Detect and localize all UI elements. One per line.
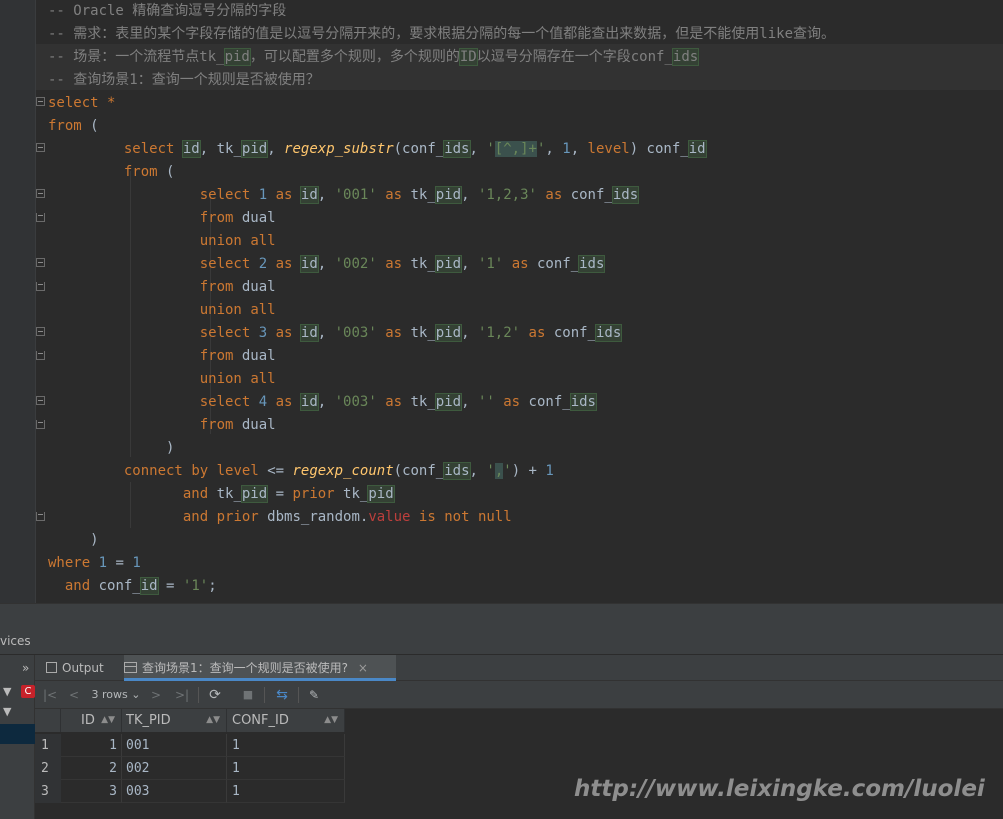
code-line[interactable]: union all: [48, 299, 276, 322]
comment-line[interactable]: -- 场景：一个流程节点tk_pid，可以配置多个规则，多个规则的ID以逗号分隔…: [48, 46, 700, 69]
code-line[interactable]: union all: [48, 230, 276, 253]
services-header: vices: [0, 627, 1003, 655]
table-icon: [124, 662, 137, 673]
tab-query-result[interactable]: 查询场景1：查询一个规则是否被使用? ×: [124, 655, 396, 681]
rows-count-dropdown[interactable]: 3 rows ⌄: [90, 685, 142, 705]
table-cell[interactable]: 1: [227, 780, 345, 803]
tree-expand-icon[interactable]: ▼: [3, 705, 11, 718]
code-line[interactable]: from dual: [48, 345, 276, 368]
fold-toggle[interactable]: [36, 282, 45, 291]
first-page-button[interactable]: |<: [42, 685, 58, 705]
code-line[interactable]: and prior dbms_random.value is not null: [48, 506, 512, 529]
sort-icon[interactable]: ▲▼: [206, 709, 220, 732]
code-line[interactable]: select *: [48, 92, 115, 115]
editor-gutter: [0, 0, 35, 603]
code-line[interactable]: and tk_pid = prior tk_pid: [48, 483, 395, 506]
code-line[interactable]: from dual: [48, 276, 276, 299]
result-grid[interactable]: ID ▲▼ TK_PID ▲▼ CONF_ID ▲▼ 1 1 001 1 2 2 00…: [35, 709, 1003, 819]
table-cell[interactable]: 002: [122, 757, 227, 780]
table-cell[interactable]: 2: [61, 757, 122, 780]
code-line[interactable]: select 4 as id, '003' as tk_pid, '' as c…: [48, 391, 597, 414]
comment-line[interactable]: -- 查询场景1：查询一个规则是否被使用？: [48, 69, 320, 92]
code-line[interactable]: select 1 as id, '001' as tk_pid, '1,2,3'…: [48, 184, 640, 207]
services-title: vices: [0, 634, 31, 648]
chevron-down-icon: ⌄: [131, 688, 141, 701]
fold-toggle[interactable]: [36, 396, 45, 405]
row-number[interactable]: 1: [35, 734, 61, 757]
column-header-conf-id[interactable]: CONF_ID ▲▼: [227, 709, 345, 732]
sort-icon[interactable]: ▲▼: [324, 709, 338, 732]
close-icon[interactable]: ×: [358, 661, 368, 675]
code-line[interactable]: select 3 as id, '003' as tk_pid, '1,2' a…: [48, 322, 623, 345]
selected-tree-item[interactable]: [0, 724, 35, 744]
code-line[interactable]: from dual: [48, 414, 276, 437]
tab-output[interactable]: Output: [46, 655, 104, 681]
previous-page-button[interactable]: <: [66, 685, 82, 705]
fold-toggle[interactable]: [36, 512, 45, 521]
grid-corner: [35, 709, 61, 732]
table-cell[interactable]: 1: [227, 734, 345, 757]
table-cell[interactable]: 001: [122, 734, 227, 757]
code-line[interactable]: select id, tk_pid, regexp_substr(conf_id…: [48, 138, 707, 161]
fold-toggle[interactable]: [36, 351, 45, 360]
column-header-tk-pid[interactable]: TK_PID ▲▼: [122, 709, 227, 732]
code-line[interactable]: and conf_id = '1';: [48, 575, 217, 598]
pin-tab-icon[interactable]: ✎: [305, 685, 323, 705]
fold-toggle[interactable]: [36, 258, 45, 267]
code-line[interactable]: connect by level <= regexp_count(conf_id…: [48, 460, 554, 483]
table-cell[interactable]: 3: [61, 780, 122, 803]
tree-expand-icon[interactable]: ▼: [3, 685, 11, 698]
last-page-button[interactable]: >|: [172, 685, 192, 705]
refresh-icon[interactable]: ⟳: [206, 685, 224, 705]
code-line[interactable]: where 1 = 1: [48, 552, 141, 575]
code-line[interactable]: from (: [48, 161, 175, 184]
tabs-overflow-icon[interactable]: »: [22, 655, 29, 681]
row-number[interactable]: 2: [35, 757, 61, 780]
sort-icon[interactable]: ▲▼: [101, 709, 115, 732]
output-icon: [46, 662, 57, 673]
transaction-mode-icon[interactable]: ⇆: [272, 685, 292, 705]
oracle-connection-icon[interactable]: C: [21, 685, 35, 698]
row-number[interactable]: 3: [35, 780, 61, 803]
code-line[interactable]: from (: [48, 115, 99, 138]
code-line[interactable]: ): [48, 437, 174, 460]
stop-icon[interactable]: ■: [240, 685, 256, 705]
table-cell[interactable]: 003: [122, 780, 227, 803]
next-page-button[interactable]: >: [148, 685, 164, 705]
fold-toggle[interactable]: [36, 97, 45, 106]
watermark-text: http://www.leixingke.com/luolei: [574, 776, 985, 802]
fold-toggle[interactable]: [36, 143, 45, 152]
fold-toggle[interactable]: [36, 213, 45, 222]
comment-line[interactable]: -- 需求：表里的某个字段存储的值是以逗号分隔开来的，要求根据分隔的每一个值都能…: [48, 23, 835, 46]
sql-editor[interactable]: -- Oracle 精确查询逗号分隔的字段 -- 需求：表里的某个字段存储的值是以…: [0, 0, 1003, 603]
services-tree-strip: ▼ C ▼: [0, 655, 35, 819]
result-toolbar: |< < 3 rows ⌄ > >| ⟳ ■ ⇆ ✎: [35, 681, 1003, 709]
result-tabs: » Output 查询场景1：查询一个规则是否被使用? ×: [22, 655, 1003, 681]
code-line[interactable]: from dual: [48, 207, 276, 230]
panel-splitter[interactable]: [0, 603, 1003, 627]
fold-toggle[interactable]: [36, 420, 45, 429]
table-cell[interactable]: 1: [61, 734, 122, 757]
code-line[interactable]: select 2 as id, '002' as tk_pid, '1' as …: [48, 253, 606, 276]
comment-line[interactable]: -- Oracle 精确查询逗号分隔的字段: [48, 0, 286, 23]
code-line[interactable]: union all: [48, 368, 276, 391]
code-line[interactable]: ): [48, 529, 98, 552]
column-header-id[interactable]: ID ▲▼: [61, 709, 122, 732]
ide-window: -- Oracle 精确查询逗号分隔的字段 -- 需求：表里的某个字段存储的值是以…: [0, 0, 1003, 819]
fold-toggle[interactable]: [36, 327, 45, 336]
table-cell[interactable]: 1: [227, 757, 345, 780]
fold-toggle[interactable]: [36, 189, 45, 198]
